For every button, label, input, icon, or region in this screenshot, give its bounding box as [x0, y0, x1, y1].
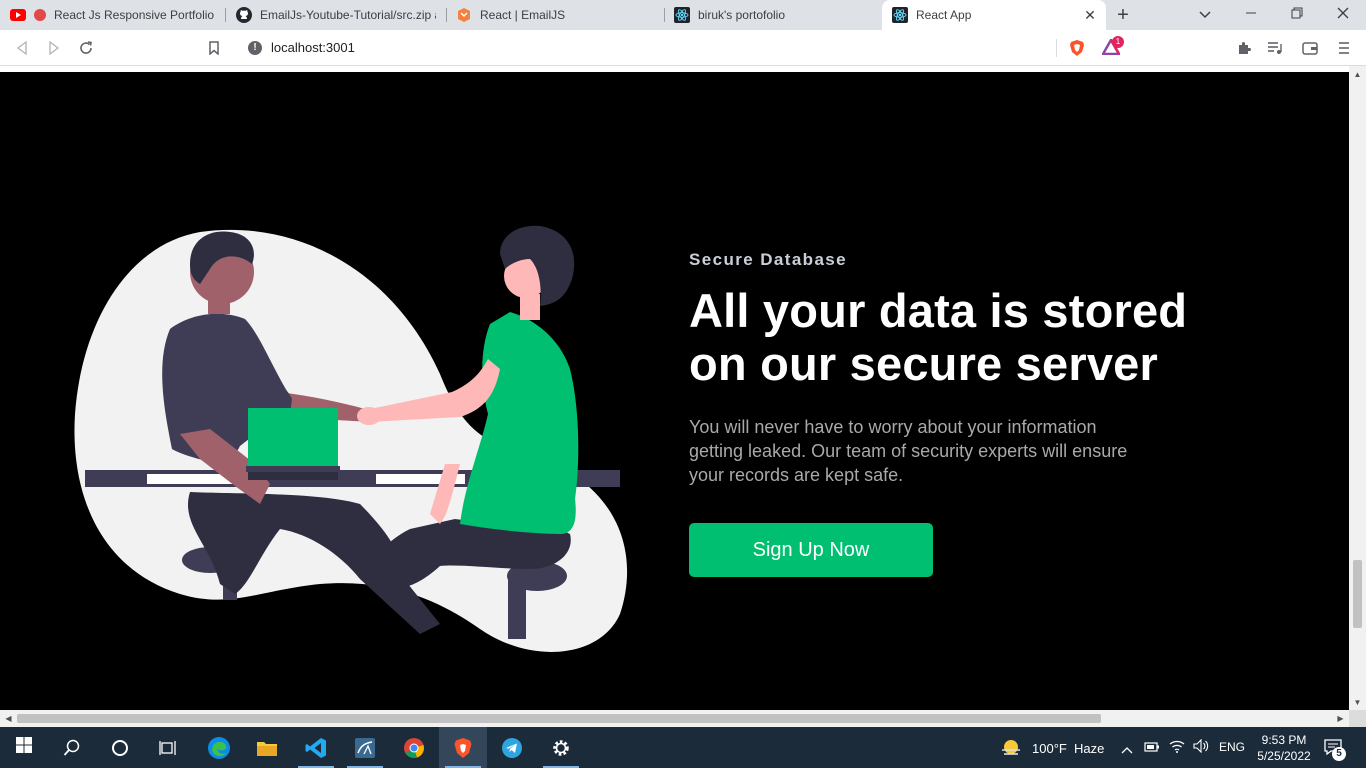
telegram-icon[interactable]	[488, 727, 536, 768]
tab-youtube[interactable]: React Js Responsive Portfolio w	[0, 0, 226, 30]
react-icon	[674, 7, 690, 23]
tab-title: React | EmailJS	[480, 8, 566, 22]
address-bar[interactable]: ! localhost:3001 1	[236, 34, 1130, 62]
page-viewport: Secure Database All your data is stored …	[0, 66, 1349, 710]
brave-taskbar-icon[interactable]	[439, 727, 487, 768]
show-hidden-icons-chevron-icon[interactable]	[1121, 741, 1133, 759]
vscode-icon[interactable]	[292, 727, 340, 768]
record-icon	[32, 7, 48, 23]
horizontal-scroll-thumb[interactable]	[17, 714, 1101, 723]
close-tab-icon[interactable]: ✕	[1082, 7, 1098, 23]
chrome-icon[interactable]	[390, 727, 438, 768]
minimize-icon[interactable]	[1239, 4, 1263, 26]
site-info-icon[interactable]: !	[248, 41, 262, 55]
hero-description: You will never have to worry about your …	[689, 417, 1128, 485]
vertical-scrollbar[interactable]: ▲ ▼	[1349, 66, 1366, 710]
vertical-scroll-thumb[interactable]	[1353, 560, 1362, 628]
settings-gear-icon[interactable]	[537, 727, 585, 768]
emailjs-icon	[456, 7, 472, 23]
volume-icon[interactable]	[1193, 738, 1209, 758]
weather-widget[interactable]: 100°F Haze	[1000, 737, 1110, 759]
search-taskbar-icon[interactable]	[48, 727, 96, 768]
horizontal-scrollbar[interactable]: ◀ ▶	[0, 710, 1349, 727]
windows-logo-icon	[16, 737, 32, 758]
sign-up-button[interactable]: Sign Up Now	[689, 523, 933, 577]
reload-icon[interactable]	[74, 36, 98, 60]
back-icon[interactable]	[10, 36, 34, 60]
start-button[interactable]	[0, 727, 48, 768]
scroll-corner	[1349, 710, 1366, 727]
menu-icon[interactable]	[1332, 36, 1356, 60]
scroll-down-arrow-icon[interactable]: ▼	[1353, 698, 1362, 707]
tab-title: biruk's portofolio	[698, 8, 785, 22]
tab-title: React App	[916, 8, 972, 22]
close-window-icon[interactable]	[1331, 4, 1355, 26]
github-icon	[236, 7, 252, 23]
extensions-icon[interactable]	[1232, 36, 1256, 60]
brave-shields-icon[interactable]	[1068, 39, 1086, 57]
media-playlist-icon[interactable]	[1263, 36, 1287, 60]
hero-headline: All your data is stored on our secure se…	[689, 284, 1188, 390]
forward-icon[interactable]	[42, 36, 66, 60]
file-explorer-icon[interactable]	[243, 727, 291, 768]
action-center-button[interactable]: 5	[1322, 735, 1348, 761]
tab-search-chevron-icon[interactable]	[1193, 4, 1217, 26]
tab-emailjs[interactable]: React | EmailJS	[446, 0, 664, 30]
battery-icon[interactable]	[1144, 740, 1160, 758]
edge-icon[interactable]	[195, 727, 243, 768]
tab-title: EmailJs-Youtube-Tutorial/src.zip at	[260, 8, 436, 22]
task-view-icon[interactable]	[144, 727, 192, 768]
youtube-icon	[10, 7, 26, 23]
handshake-illustration	[74, 225, 628, 652]
scroll-right-arrow-icon[interactable]: ▶	[1336, 714, 1345, 723]
clock-date: 5/25/2022	[1257, 749, 1311, 763]
hero-content: Secure Database All your data is stored …	[689, 250, 1249, 577]
weather-description: Haze	[1074, 741, 1105, 756]
wallet-icon[interactable]	[1298, 36, 1322, 60]
new-tab-icon[interactable]: +	[1111, 4, 1135, 26]
react-icon	[892, 7, 908, 23]
system-clock[interactable]: 9:53 PM 5/25/2022	[1246, 732, 1322, 764]
notification-count-badge: 5	[1332, 747, 1346, 761]
tab-portfolio[interactable]: biruk's portofolio	[664, 0, 882, 30]
weather-temperature: 100°F	[1032, 741, 1067, 756]
rewards-badge: 1	[1112, 36, 1124, 48]
tab-react-app[interactable]: React App ✕	[882, 0, 1106, 30]
tab-title: React Js Responsive Portfolio w	[54, 8, 216, 22]
brave-rewards-icon[interactable]: 1	[1100, 36, 1124, 57]
input-language[interactable]: ENG	[1219, 740, 1245, 754]
mysql-workbench-icon[interactable]	[341, 727, 389, 768]
cortana-icon[interactable]	[96, 727, 144, 768]
tab-strip: React Js Responsive Portfolio w EmailJs-…	[0, 0, 1366, 30]
wifi-icon[interactable]	[1169, 739, 1185, 758]
tab-github[interactable]: EmailJs-Youtube-Tutorial/src.zip at	[226, 0, 446, 30]
section-eyebrow: Secure Database	[689, 250, 848, 269]
scroll-left-arrow-icon[interactable]: ◀	[4, 714, 13, 723]
clock-time: 9:53 PM	[1261, 733, 1307, 747]
weather-haze-icon	[1000, 738, 1022, 763]
browser-toolbar: ! localhost:3001 1	[0, 30, 1366, 66]
restore-icon[interactable]	[1285, 4, 1309, 26]
bookmark-icon[interactable]	[202, 36, 226, 60]
windows-taskbar: 100°F Haze ENG 9:53 PM 5/25/2022 5	[0, 727, 1366, 768]
url-text: localhost:3001	[271, 40, 355, 55]
scroll-up-arrow-icon[interactable]: ▲	[1353, 70, 1362, 79]
page-top-edge	[0, 66, 1349, 72]
